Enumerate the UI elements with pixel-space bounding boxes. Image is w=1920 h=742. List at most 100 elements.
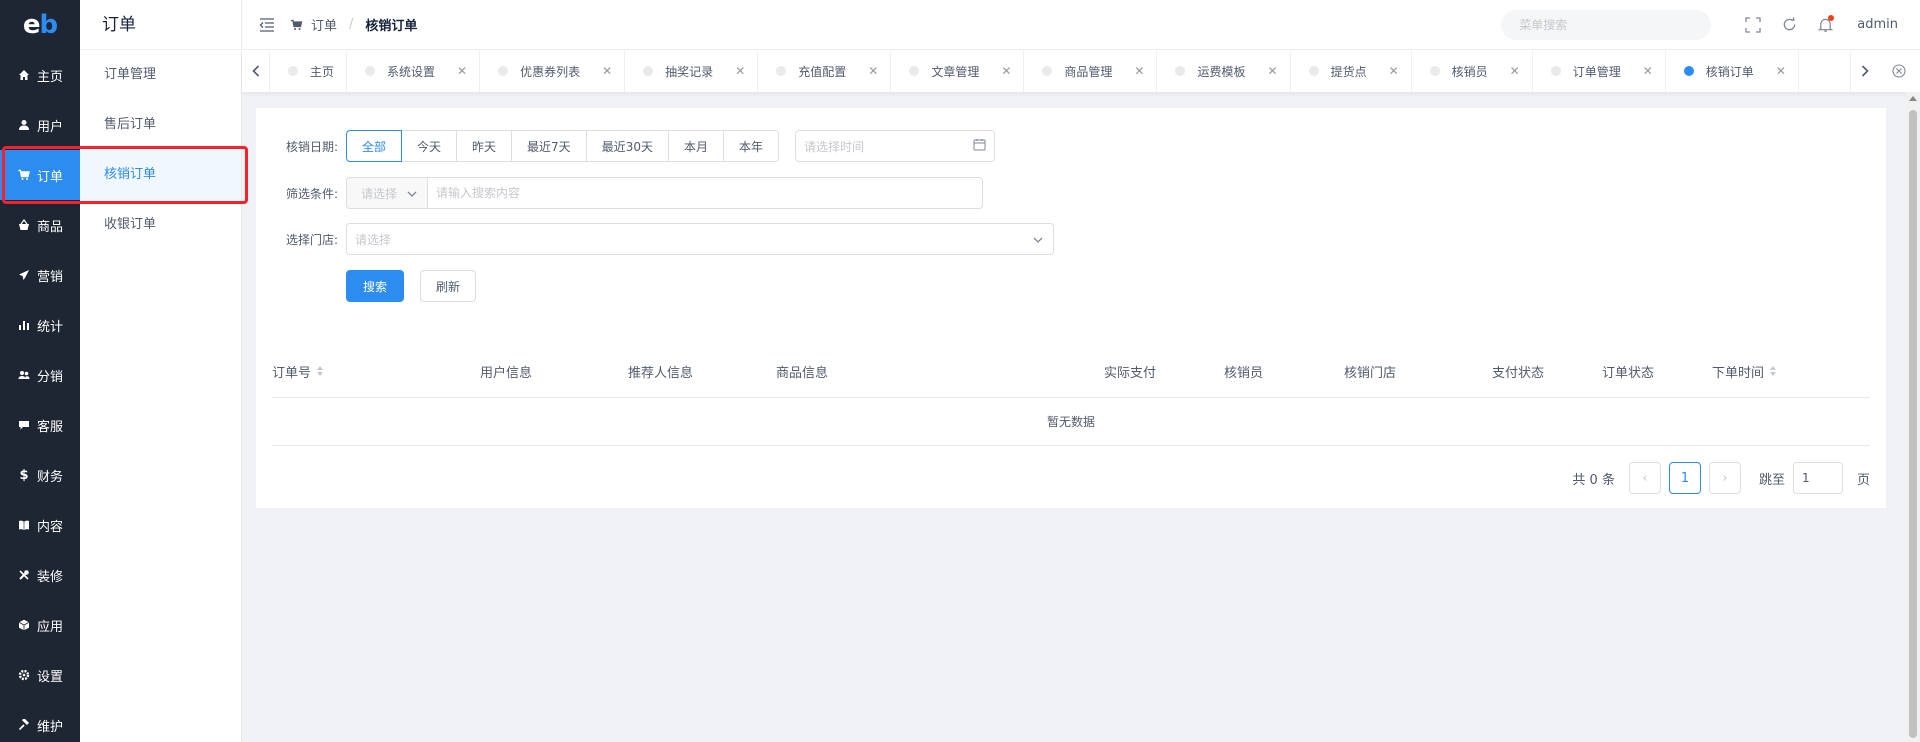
tab-dot [776,66,787,76]
tab-dot [1042,66,1053,76]
sort-icon[interactable] [317,366,324,376]
refresh-button[interactable]: 刷新 [420,270,477,302]
scrollbar-thumb[interactable] [1909,110,1917,738]
sidebar-item-maintenance[interactable]: 维护 [0,700,80,742]
column-order-no[interactable]: 订单号 [272,344,324,398]
main-sidebar: eb 主页 用户 订单 商品 营销 统计 分销 客服 $ 财务 内容 装修 应用… [0,0,80,742]
close-icon[interactable]: ✕ [1643,64,1653,78]
tab-home[interactable]: 主页 [270,50,348,92]
close-icon[interactable]: ✕ [1776,64,1786,78]
store-filter-row: 选择门店: 请选择 [278,223,1054,255]
date-option-last30[interactable]: 最近30天 [585,130,669,162]
tab-system-settings[interactable]: 系统设置 ✕ [347,50,481,92]
sidebar-item-product[interactable]: 商品 [0,200,80,250]
tab-verifier[interactable]: 核销员 ✕ [1412,50,1533,92]
column-label: 商品信息 [776,365,829,381]
tab-dot [1550,66,1561,76]
breadcrumb-item-order[interactable]: 订单 [290,15,337,34]
tabs-scroll-right-icon[interactable] [1850,50,1878,92]
page-button-1[interactable]: 1 [1668,462,1701,494]
close-icon[interactable]: ✕ [1001,64,1011,78]
page-scrollbar[interactable] [1906,92,1920,742]
date-picker-input[interactable]: 请选择时间 [795,130,995,162]
close-icon[interactable]: ✕ [1389,64,1399,78]
close-icon[interactable]: ✕ [1268,64,1278,78]
close-icon[interactable]: ✕ [602,64,612,78]
users-icon [17,368,31,382]
app-logo[interactable]: eb [0,0,80,50]
tab-verify-orders[interactable]: 核销订单 ✕ [1666,50,1799,92]
breadcrumb: 订单 / 核销订单 [290,15,417,34]
column-label: 核销员 [1224,365,1264,381]
close-icon[interactable]: ✕ [457,64,467,78]
sidebar-item-user[interactable]: 用户 [0,100,80,150]
logo-letter-b: b [39,10,59,40]
sidebar-item-label: 商品 [36,219,63,235]
sidebar-item-content[interactable]: 内容 [0,500,80,550]
sidebar-item-finance[interactable]: $ 财务 [0,450,80,500]
column-order-time[interactable]: 下单时间 [1712,344,1777,398]
close-icon[interactable]: ✕ [1510,64,1520,78]
column-user-info: 用户信息 [480,344,532,398]
tab-recharge-config[interactable]: 充值配置 ✕ [758,50,892,92]
close-icon[interactable]: ✕ [1134,64,1144,78]
sub-item-verify-orders[interactable]: 核销订单 [80,150,241,200]
sidebar-item-label: 维护 [36,719,63,735]
tab-pickup-point[interactable]: 提货点 ✕ [1291,50,1412,92]
sidebar-item-home[interactable]: 主页 [0,50,80,100]
sub-item-cashier-orders[interactable]: 收银订单 [80,200,241,250]
sidebar-item-label: 设置 [36,669,63,685]
jump-page-input[interactable] [1792,462,1843,494]
menu-collapse-icon[interactable] [258,16,276,34]
tab-product-manage[interactable]: 商品管理 ✕ [1024,50,1158,92]
prev-page-button[interactable]: ‹ [1628,462,1661,494]
condition-search-input[interactable] [428,177,983,209]
fullscreen-icon[interactable] [1735,16,1771,33]
menu-search-input[interactable] [1501,9,1712,40]
sidebar-item-apps[interactable]: 应用 [0,600,80,650]
tab-article-manage[interactable]: 文章管理 ✕ [891,50,1025,92]
sidebar-item-settings[interactable]: 设置 [0,650,80,700]
sidebar-item-distribution[interactable]: 分销 [0,350,80,400]
sort-icon[interactable] [1770,366,1777,376]
sub-item-order-manage[interactable]: 订单管理 [80,50,241,100]
tab-shipping-template[interactable]: 运费模板 ✕ [1157,50,1291,92]
sidebar-item-marketing[interactable]: 营销 [0,250,80,300]
scroll-up-icon[interactable] [1909,96,1917,101]
date-option-last7[interactable]: 最近7天 [511,130,587,162]
sidebar-item-label: 统计 [36,319,63,335]
sub-sidebar: 订单 订单管理 售后订单 核销订单 收银订单 [80,0,242,742]
sidebar-item-decoration[interactable]: 装修 [0,550,80,600]
sidebar-item-order[interactable]: 订单 [0,150,80,200]
sidebar-item-statistics[interactable]: 统计 [0,300,80,350]
user-icon [17,118,31,132]
notification-bell-icon[interactable] [1807,14,1843,33]
jump-label: 跳至 [1758,472,1785,488]
breadcrumb-separator: / [349,17,354,32]
tab-dot [498,66,509,76]
date-option-month[interactable]: 本月 [667,130,724,162]
refresh-icon[interactable] [1771,17,1807,32]
date-option-all[interactable]: 全部 [346,130,403,162]
tab-dot [288,66,298,76]
sub-item-after-sale[interactable]: 售后订单 [80,100,241,150]
store-select-placeholder: 请选择 [355,232,392,247]
tabs-scroll-left-icon[interactable] [242,50,270,92]
close-icon[interactable]: ✕ [735,64,745,78]
column-label: 实际支付 [1104,365,1157,381]
date-option-today[interactable]: 今天 [401,130,458,162]
tab-order-manage[interactable]: 订单管理 ✕ [1533,50,1666,92]
tab-coupon-list[interactable]: 优惠券列表 ✕ [480,50,626,92]
cart-icon [290,19,303,31]
store-select[interactable]: 请选择 [346,223,1054,255]
user-name[interactable]: admin [1857,17,1898,32]
close-icon[interactable]: ✕ [868,64,878,78]
sidebar-item-service[interactable]: 客服 [0,400,80,450]
condition-type-select[interactable]: 请选择 [346,177,428,209]
date-option-yesterday[interactable]: 昨天 [456,130,513,162]
close-all-tabs-icon[interactable] [1878,50,1920,92]
date-option-year[interactable]: 本年 [722,130,779,162]
search-button[interactable]: 搜索 [346,270,405,302]
tab-lottery-records[interactable]: 抽奖记录 ✕ [625,50,759,92]
next-page-button[interactable]: › [1708,462,1741,494]
